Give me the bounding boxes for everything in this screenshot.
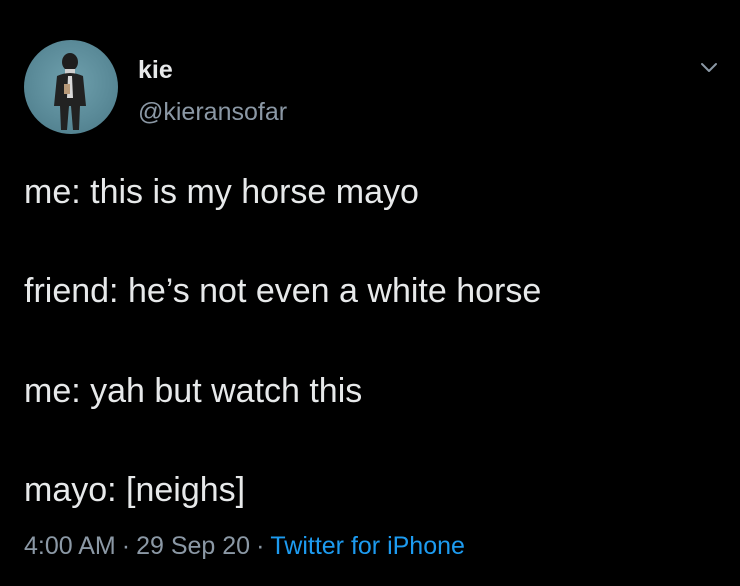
tweet-text-line: me: this is my horse mayo — [24, 173, 419, 211]
separator-dot: · — [256, 532, 265, 560]
separator-dot: · — [121, 532, 131, 560]
tweet-metadata: 4:00 AM · 29 Sep 20 · Twitter for iPhone — [24, 531, 465, 561]
chevron-down-icon[interactable] — [698, 56, 720, 78]
tweet-source-link[interactable]: Twitter for iPhone — [270, 532, 465, 560]
person-avatar-icon — [54, 53, 86, 130]
avatar[interactable] — [24, 40, 118, 134]
tweet-card: kie @kieransofar me: this is my horse ma… — [0, 0, 740, 586]
tweet-text-line: friend: he’s not even a white horse — [24, 272, 542, 310]
display-name[interactable]: kie — [138, 55, 173, 85]
tweet-time[interactable]: 4:00 AM — [24, 532, 116, 560]
tweet-text-line: mayo: [neighs] — [24, 471, 246, 509]
user-handle[interactable]: @kieransofar — [138, 97, 287, 127]
tweet-date[interactable]: 29 Sep 20 — [136, 532, 250, 560]
tweet-text-line: me: yah but watch this — [24, 372, 363, 410]
